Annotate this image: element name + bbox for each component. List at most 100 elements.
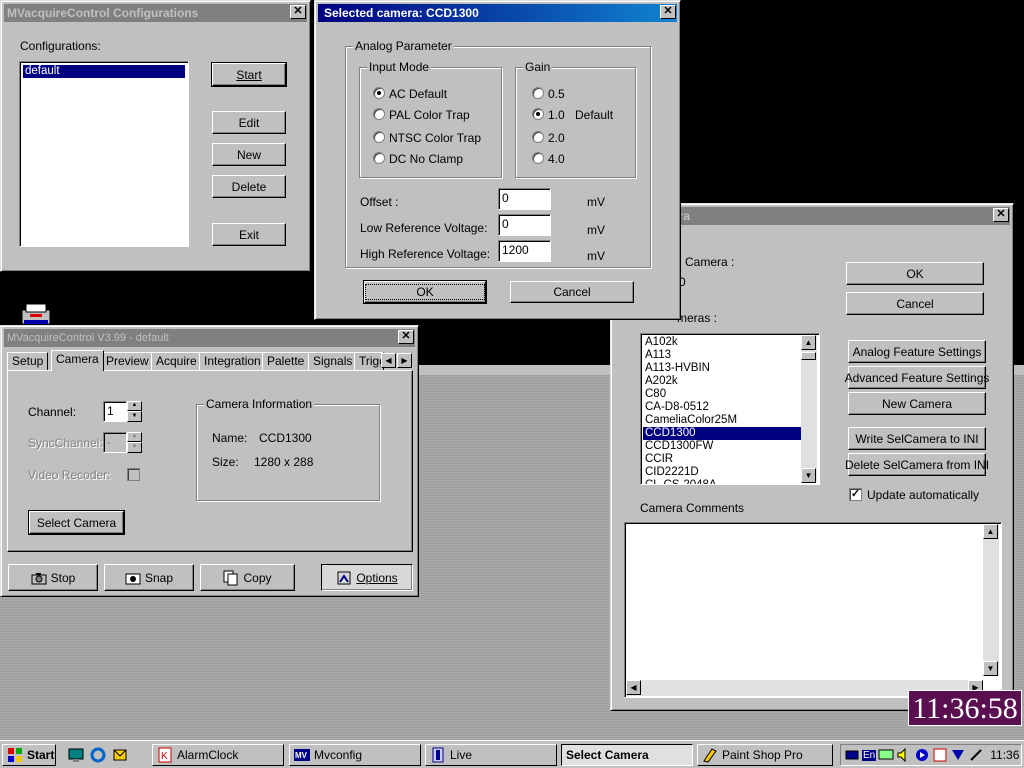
- advanced-feature-settings-button[interactable]: Advanced Feature Settings: [845, 366, 989, 389]
- cancel-button[interactable]: Cancel: [846, 292, 984, 315]
- internet-explorer-icon[interactable]: [90, 747, 106, 763]
- list-item[interactable]: default: [23, 65, 185, 78]
- close-icon[interactable]: ✕: [398, 330, 414, 344]
- radio-pal-color-trap[interactable]: [373, 108, 385, 120]
- monitor-icon[interactable]: [878, 747, 894, 763]
- camera-list-item[interactable]: CID2221D: [643, 466, 801, 479]
- cameras-scrollbar[interactable]: ▲ ▼: [801, 335, 817, 483]
- alarm-tray-icon[interactable]: [932, 747, 948, 763]
- cancel-button[interactable]: Cancel: [510, 281, 634, 303]
- tab-palette[interactable]: Palette: [262, 352, 310, 370]
- volume-icon[interactable]: [896, 747, 912, 763]
- sync-stepper[interactable]: ▲ ▼: [127, 432, 142, 453]
- tab-signals[interactable]: Signals: [308, 352, 358, 370]
- tab-camera[interactable]: Camera: [51, 350, 104, 371]
- spin-up-icon[interactable]: ▲: [127, 432, 142, 442]
- media-icon[interactable]: [914, 747, 930, 763]
- tab-acquire[interactable]: Acquire: [151, 352, 202, 370]
- outlook-icon[interactable]: [112, 747, 128, 763]
- update-automatically-checkbox[interactable]: ✓: [849, 488, 862, 501]
- tab-setup[interactable]: Setup: [7, 352, 49, 370]
- spin-up-icon[interactable]: ▲: [127, 401, 142, 411]
- start-button[interactable]: Start: [211, 62, 287, 87]
- camera-list-item[interactable]: CL-CS-2048A: [643, 479, 801, 484]
- tab-scroll-right-icon[interactable]: ▶: [397, 353, 412, 368]
- analog-feature-settings-button[interactable]: Analog Feature Settings: [848, 340, 986, 363]
- delete-button[interactable]: Delete: [212, 175, 286, 198]
- task-select-camera[interactable]: Select Camera: [561, 744, 693, 766]
- scroll-down-icon[interactable]: ▼: [983, 661, 998, 676]
- high-reference-input[interactable]: 1200: [498, 240, 551, 262]
- radio-ac-default[interactable]: [373, 87, 385, 99]
- new-camera-button[interactable]: New Camera: [848, 392, 986, 415]
- tab-trigger[interactable]: Trigg: [354, 352, 384, 370]
- ok-button[interactable]: OK: [363, 280, 487, 304]
- close-icon[interactable]: ✕: [660, 5, 676, 19]
- camera-list-item[interactable]: A202k: [643, 375, 801, 388]
- task-paint-shop-pro[interactable]: Paint Shop Pro: [697, 744, 833, 766]
- ok-button[interactable]: OK: [846, 262, 984, 285]
- low-reference-input[interactable]: 0: [498, 214, 551, 236]
- close-icon[interactable]: ✕: [993, 208, 1009, 222]
- cameras-list[interactable]: A102k A113 A113-HVBIN A202k C80 CA-D8-0512 Cam…: [640, 333, 820, 485]
- scroll-down-icon[interactable]: ▼: [801, 468, 816, 483]
- exit-button[interactable]: Exit: [212, 223, 286, 246]
- channel-spin[interactable]: 1: [103, 401, 127, 422]
- tray-time[interactable]: 11:36: [990, 748, 1019, 762]
- scroll-thumb[interactable]: [801, 352, 816, 360]
- camera-list-item[interactable]: CCIR: [643, 453, 801, 466]
- camera-comments-field[interactable]: [624, 522, 1002, 698]
- task-live[interactable]: Live: [425, 744, 557, 766]
- tab-integration[interactable]: Integration: [199, 352, 266, 370]
- spin-down-icon[interactable]: ▼: [127, 442, 142, 453]
- radio-ntsc-color-trap[interactable]: [373, 131, 385, 143]
- task-mvconfig[interactable]: MV Mvconfig: [289, 744, 421, 766]
- sync-channel-spin[interactable]: -: [103, 432, 127, 453]
- radio-gain-2-0[interactable]: [532, 131, 544, 143]
- spin-down-icon[interactable]: ▼: [127, 411, 142, 422]
- network-icon[interactable]: [844, 747, 860, 763]
- comments-vscroll[interactable]: ▲ ▼: [983, 524, 999, 676]
- camera-list-item[interactable]: CCD1300: [643, 427, 801, 440]
- camera-list-item[interactable]: A113-HVBIN: [643, 362, 801, 375]
- channel-stepper[interactable]: ▲ ▼: [127, 401, 142, 422]
- radio-dc-no-clamp[interactable]: [373, 152, 385, 164]
- tab-preview[interactable]: Preview: [101, 352, 154, 370]
- language-indicator[interactable]: En: [862, 749, 877, 761]
- new-camera-label: New Camera: [881, 396, 953, 411]
- offset-input[interactable]: 0: [498, 188, 551, 210]
- scroll-left-icon[interactable]: ◀: [626, 680, 641, 695]
- camera-list-item[interactable]: A113: [643, 349, 801, 362]
- start-button[interactable]: Start: [2, 744, 56, 766]
- camera-list-item[interactable]: CameliaColor25M: [643, 414, 801, 427]
- delete-ini-label: Delete SelCamera from INI: [844, 457, 990, 472]
- copy-button[interactable]: Copy: [200, 564, 295, 591]
- camera-list-item[interactable]: CA-D8-0512: [643, 401, 801, 414]
- edit-button[interactable]: Edit: [212, 111, 286, 134]
- camera-list-item[interactable]: C80: [643, 388, 801, 401]
- radio-gain-0-5[interactable]: [532, 87, 544, 99]
- camera-list-item[interactable]: A102k: [643, 336, 801, 349]
- tools-icon[interactable]: [968, 747, 984, 763]
- task-alarmclock[interactable]: K AlarmClock: [152, 744, 284, 766]
- scroll-up-icon[interactable]: ▲: [801, 335, 816, 350]
- radio-gain-4-0[interactable]: [532, 152, 544, 164]
- gain-title: Gain: [523, 60, 553, 74]
- snap-button[interactable]: Snap: [104, 564, 194, 591]
- new-button[interactable]: New: [212, 143, 286, 166]
- desktop-icon[interactable]: [68, 747, 84, 763]
- configurations-list[interactable]: default: [19, 61, 189, 247]
- camera-list-item[interactable]: CCD1300FW: [643, 440, 801, 453]
- close-icon[interactable]: ✕: [290, 5, 306, 19]
- signal-icon[interactable]: [950, 747, 966, 763]
- video-recoder-checkbox[interactable]: [127, 468, 140, 481]
- options-button[interactable]: Options: [321, 564, 413, 591]
- scroll-up-icon[interactable]: ▲: [983, 524, 998, 539]
- radio-gain-1-0[interactable]: [532, 108, 544, 120]
- tab-scroll-left-icon[interactable]: ◀: [381, 353, 396, 368]
- write-ini-button[interactable]: Write SelCamera to INI: [848, 427, 986, 450]
- mvconfig-icon: MV: [294, 749, 310, 761]
- delete-ini-button[interactable]: Delete SelCamera from INI: [844, 453, 990, 476]
- stop-button[interactable]: Stop: [8, 564, 98, 591]
- select-camera-button[interactable]: Select Camera: [28, 510, 125, 535]
